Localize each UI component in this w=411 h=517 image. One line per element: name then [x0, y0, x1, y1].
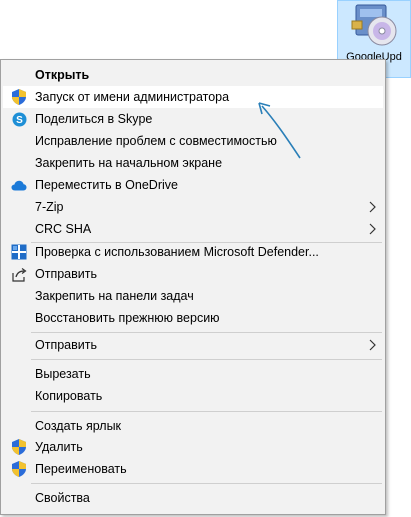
- menu-item-cut[interactable]: Вырезать: [3, 363, 383, 385]
- menu-item-troubleshoot-compat[interactable]: Исправление проблем с совместимостью: [3, 130, 383, 152]
- share-icon: [11, 266, 27, 282]
- menu-separator: [31, 332, 382, 333]
- chevron-right-icon: [369, 339, 376, 351]
- chevron-right-icon: [369, 201, 376, 213]
- menu-item-share-skype[interactable]: S Поделиться в Skype: [3, 108, 383, 130]
- shield-icon: [11, 439, 27, 455]
- menu-separator: [31, 359, 382, 360]
- menu-item-run-as-admin[interactable]: Запуск от имени администратора: [3, 86, 383, 108]
- menu-item-send-share[interactable]: Отправить: [3, 263, 383, 285]
- menu-item-pin-taskbar[interactable]: Закрепить на панели задач: [3, 285, 383, 307]
- chevron-right-icon: [369, 223, 376, 235]
- menu-item-properties[interactable]: Свойства: [3, 487, 383, 509]
- menu-separator: [31, 411, 382, 412]
- context-menu: Открыть Запуск от имени администратора S…: [0, 59, 386, 515]
- menu-item-pin-start[interactable]: Закрепить на начальном экране: [3, 152, 383, 174]
- menu-item-crc-sha[interactable]: CRC SHA: [3, 218, 383, 240]
- menu-separator: [31, 483, 382, 484]
- menu-item-restore-version[interactable]: Восстановить прежнюю версию: [3, 307, 383, 329]
- defender-icon: [11, 244, 27, 260]
- shield-icon: [11, 461, 27, 477]
- menu-item-7zip[interactable]: 7-Zip: [3, 196, 383, 218]
- svg-text:S: S: [16, 115, 23, 126]
- installer-disc-icon: [351, 4, 397, 46]
- menu-item-delete[interactable]: Удалить: [3, 436, 383, 458]
- menu-item-create-shortcut[interactable]: Создать ярлык: [3, 415, 383, 437]
- menu-item-open[interactable]: Открыть: [3, 64, 383, 86]
- menu-item-rename[interactable]: Переименовать: [3, 458, 383, 480]
- menu-item-send-to[interactable]: Отправить: [3, 334, 383, 356]
- skype-icon: S: [11, 111, 27, 127]
- menu-item-defender-scan[interactable]: Проверка с использованием Microsoft Defe…: [3, 241, 383, 263]
- menu-item-copy[interactable]: Копировать: [3, 385, 383, 407]
- shield-icon: [11, 89, 27, 105]
- menu-item-move-onedrive[interactable]: Переместить в OneDrive: [3, 174, 383, 196]
- onedrive-icon: [11, 177, 27, 193]
